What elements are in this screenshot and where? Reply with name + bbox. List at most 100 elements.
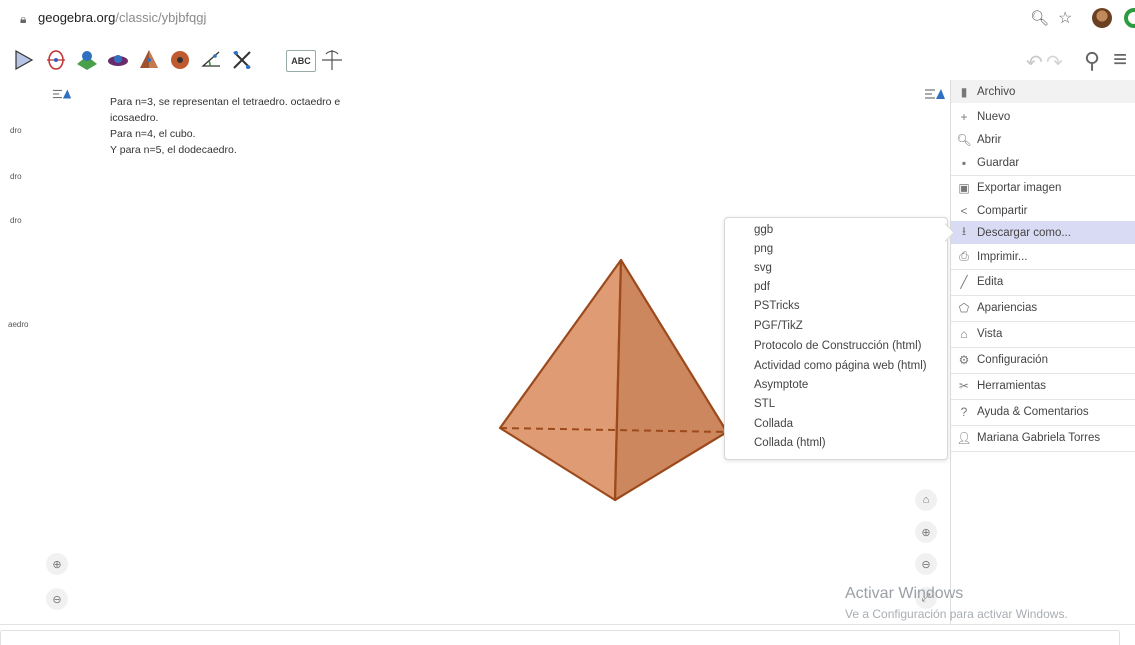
search-icon[interactable]: ⚲	[1084, 48, 1100, 74]
pyramid-tool-icon[interactable]	[135, 46, 163, 74]
url-field[interactable]: geogebra.org/classic/ybjbfqgj	[38, 10, 206, 25]
download-option-svg[interactable]: svg	[754, 262, 772, 280]
menu-item-user[interactable]: 👤︎ Mariana Gabriela Torres	[951, 426, 1135, 449]
menu-item-compartir[interactable]: < Compartir	[951, 199, 1135, 222]
algebra-item[interactable]: aedro	[8, 320, 28, 329]
menu-item-vista[interactable]: ⌂ Vista	[951, 322, 1135, 345]
menu-item-label: Apariencias	[977, 301, 1038, 314]
download-option-collada-html[interactable]: Collada (html)	[754, 437, 826, 455]
download-option-asymptote[interactable]: Asymptote	[754, 379, 808, 397]
perspective-icon: ⬠	[958, 300, 970, 315]
move-tool-icon[interactable]	[10, 46, 38, 74]
menu-item-label: Guardar	[977, 156, 1020, 169]
bookmark-star-icon[interactable]: ☆	[1058, 8, 1072, 28]
download-option-png[interactable]: png	[754, 243, 773, 261]
download-option-ggb[interactable]: ggb	[754, 224, 773, 242]
search-icon: 🔍︎	[956, 132, 972, 147]
menu-item-label: Mariana Gabriela Torres	[977, 431, 1101, 444]
gear-icon: ⚙	[958, 352, 970, 367]
extension-icon[interactable]	[1124, 8, 1135, 28]
menu-item-herramientas[interactable]: ✂ Herramientas	[951, 374, 1135, 397]
file-icon: ▮	[960, 84, 968, 99]
sphere-tool-icon[interactable]	[166, 46, 194, 74]
url-path: /classic/ybjbfqgj	[115, 10, 207, 25]
algebra-item[interactable]: dro	[10, 126, 22, 135]
point-tool-icon[interactable]	[42, 46, 70, 74]
home-view-icon[interactable]: ⌂	[915, 489, 937, 511]
note-line: Y para n=5, el dodecaedro.	[110, 144, 237, 156]
menu-item-abrir[interactable]: 🔍︎ Abrir	[951, 128, 1135, 151]
menu-item-label: Edita	[977, 275, 1004, 288]
menu-item-label: Imprimir...	[977, 250, 1028, 263]
tools-icon: ✂	[958, 378, 970, 393]
menu-item-edita[interactable]: ╱ Edita	[951, 270, 1135, 293]
menu-item-ayuda[interactable]: ? Ayuda & Comentarios	[951, 400, 1135, 423]
algebra-item[interactable]: dro	[10, 172, 22, 181]
download-option-actividad-web[interactable]: Actividad como página web (html)	[754, 360, 927, 378]
home-icon: ⌂	[960, 326, 968, 341]
zoom-in-icon[interactable]: ⊕	[46, 553, 68, 575]
profile-avatar[interactable]	[1092, 8, 1112, 28]
print-icon: ⎙	[959, 249, 969, 263]
note-line: Para n=4, el cubo.	[110, 128, 196, 140]
rotate-view-tool-icon[interactable]	[318, 46, 346, 74]
menu-item-nuevo[interactable]: + Nuevo	[951, 105, 1135, 128]
menu-item-label: Vista	[977, 327, 1003, 340]
pencil-icon: ╱	[960, 274, 968, 289]
algebra-item[interactable]: dro	[10, 216, 22, 225]
menu-item-label: Exportar imagen	[977, 181, 1062, 194]
text-tool-icon[interactable]: ABC	[286, 50, 316, 72]
zoom-icon[interactable]: 🔍︎	[1030, 9, 1049, 27]
download-option-collada[interactable]: Collada	[754, 418, 793, 436]
plane-tool-icon[interactable]	[73, 46, 101, 74]
menu-item-label: Compartir	[977, 204, 1028, 217]
activation-watermark-text: Ve a Configuración para activar Windows.	[845, 607, 1068, 621]
lock-icon: 🔒︎	[20, 12, 27, 26]
pyramid-solid[interactable]	[490, 250, 750, 510]
menu-item-apariencias[interactable]: ⬠ Apariencias	[951, 296, 1135, 319]
menu-item-label: Herramientas	[977, 379, 1047, 392]
share-icon: <	[960, 203, 968, 218]
download-option-protocolo[interactable]: Protocolo de Construcción (html)	[754, 340, 921, 358]
zoom-in-icon[interactable]: ⊕	[915, 521, 937, 543]
menu-header-archivo[interactable]: ▮ Archivo	[951, 80, 1135, 103]
activation-watermark-title: Activar Windows	[845, 585, 964, 602]
zoom-out-icon[interactable]: ⊖	[46, 588, 68, 610]
note-line: icosaedro.	[110, 112, 159, 124]
menu-item-label: Nuevo	[977, 110, 1011, 123]
menu-item-label: Configuración	[977, 353, 1048, 366]
user-icon: 👤︎	[956, 430, 972, 445]
download-option-pgf-tikz[interactable]: PGF/TikZ	[754, 320, 803, 338]
download-option-stl[interactable]: STL	[754, 398, 775, 416]
input-field[interactable]	[0, 630, 1120, 645]
plus-icon: +	[960, 109, 968, 124]
menu-item-guardar[interactable]: ▪ Guardar	[951, 151, 1135, 174]
menu-item-exportar-imagen[interactable]: ▣ Exportar imagen	[951, 176, 1135, 199]
url-host: geogebra.org	[38, 10, 116, 25]
graphics-style-bar-icon[interactable]	[924, 86, 946, 102]
menu-item-descargar-como[interactable]: ⭳ Descargar como...	[951, 221, 1135, 244]
menu-item-configuracion[interactable]: ⚙ Configuración	[951, 348, 1135, 371]
menu-item-label: Descargar como...	[977, 226, 1071, 239]
pyramid-left-face	[498, 258, 623, 502]
redo-icon[interactable]: ↷	[1046, 50, 1063, 75]
text-note: Para n=3, se representan el tetraedro. o…	[110, 94, 340, 158]
hamburger-menu-icon[interactable]: ≡	[1113, 46, 1127, 74]
menu-item-label: Ayuda & Comentarios	[977, 405, 1089, 418]
image-icon: ▣	[958, 180, 970, 195]
intersect-tool-icon[interactable]	[104, 46, 132, 74]
save-icon: ▪	[961, 155, 967, 170]
download-option-pdf[interactable]: pdf	[754, 281, 770, 299]
download-option-pstricks[interactable]: PSTricks	[754, 300, 800, 318]
angle-tool-icon[interactable]	[197, 46, 225, 74]
algebra-view	[0, 80, 91, 624]
reflect-tool-icon[interactable]	[228, 46, 256, 74]
pyramid-right-face	[613, 258, 729, 502]
download-icon: ⭳	[961, 224, 967, 238]
menu-item-imprimir[interactable]: ⎙ Imprimir...	[951, 245, 1135, 268]
help-icon: ?	[960, 404, 968, 419]
note-line: Para n=3, se representan el tetraedro. o…	[110, 96, 341, 108]
algebra-style-bar-icon[interactable]	[52, 86, 72, 102]
zoom-out-icon[interactable]: ⊖	[915, 553, 937, 575]
undo-icon[interactable]: ↶	[1026, 50, 1043, 75]
